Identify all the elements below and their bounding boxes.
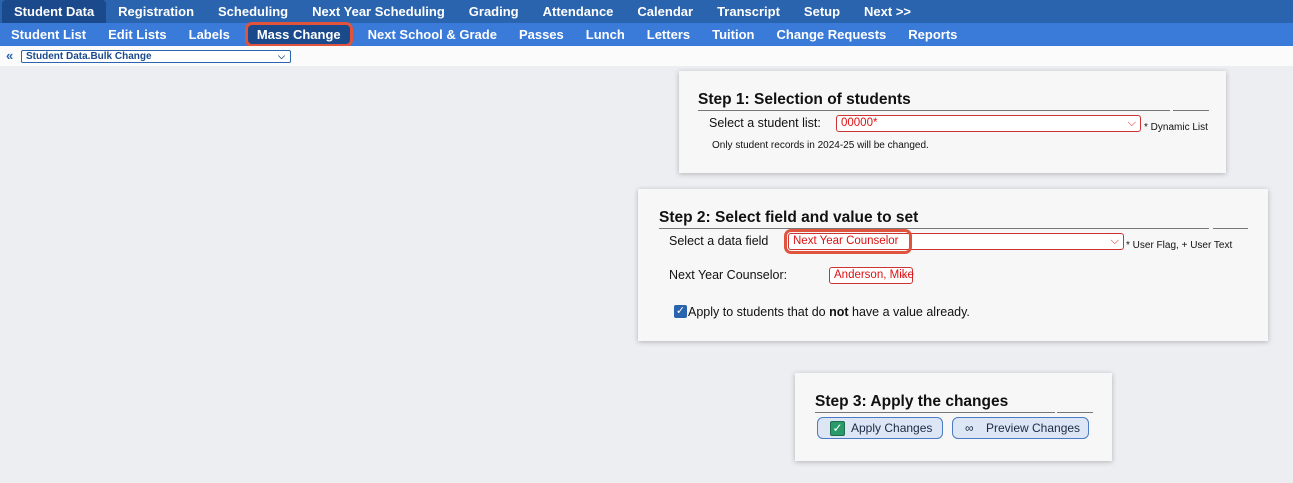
subnav-mass-change[interactable]: Mass Change — [244, 22, 353, 47]
step3-panel: Step 3: Apply the changes ✓ Apply Change… — [795, 373, 1112, 461]
apply-empty-text-1: Apply to students that do — [688, 305, 830, 319]
apply-empty-checkbox[interactable]: ✓ — [674, 305, 687, 318]
subnav-labels[interactable]: Labels — [178, 23, 241, 46]
step3-rule-short — [1057, 412, 1093, 413]
chevron-down-icon: ⌵ — [899, 269, 908, 281]
subnav-change-requests[interactable]: Change Requests — [765, 23, 897, 46]
nav-next[interactable]: Next >> — [852, 0, 923, 23]
subnav-student-list[interactable]: Student List — [0, 23, 97, 46]
step3-title: Step 3: Apply the changes — [815, 393, 1009, 410]
step1-rule — [698, 110, 1170, 111]
student-list-select[interactable]: 00000* ⌵ — [836, 115, 1141, 132]
apply-empty-text-2: have a value already. — [848, 305, 970, 319]
counselor-select[interactable]: Anderson, Mike ⌵ — [829, 267, 914, 284]
dynamic-list-note: * Dynamic List — [1144, 122, 1208, 133]
step3-rule — [815, 412, 1055, 413]
page-select-value: Student Data.Bulk Change — [26, 51, 152, 62]
subnav-lunch[interactable]: Lunch — [575, 23, 636, 46]
step2-panel: Step 2: Select field and value to set Se… — [638, 189, 1268, 341]
nav-student-data[interactable]: Student Data — [2, 0, 107, 23]
subnav-next-school-grade[interactable]: Next School & Grade — [357, 23, 508, 46]
subnav-letters[interactable]: Letters — [636, 23, 701, 46]
page-select[interactable]: Student Data.Bulk Change ⌵ — [21, 50, 291, 63]
subnav-edit-lists[interactable]: Edit Lists — [97, 23, 178, 46]
subnav-passes[interactable]: Passes — [508, 23, 575, 46]
subnav-reports[interactable]: Reports — [897, 23, 968, 46]
step1-panel: Step 1: Selection of students Select a s… — [679, 71, 1226, 173]
check-icon: ✓ — [830, 421, 845, 436]
nav-attendance[interactable]: Attendance — [531, 0, 626, 23]
step1-title: Step 1: Selection of students — [698, 91, 911, 108]
data-field-label: Select a data field — [669, 234, 769, 248]
chevron-down-icon: ⌵ — [278, 51, 285, 61]
preview-changes-button[interactable]: ∞ Preview Changes — [952, 417, 1089, 439]
year-note: Only student records in 2024-25 will be … — [712, 140, 929, 151]
sub-nav: Student List Edit Lists Labels Mass Chan… — [0, 22, 1293, 47]
apply-empty-label: Apply to students that do not have a val… — [688, 305, 970, 319]
nav-next-year-scheduling[interactable]: Next Year Scheduling — [300, 0, 457, 23]
student-list-label: Select a student list: — [709, 116, 821, 130]
data-field-highlight — [784, 229, 912, 254]
student-list-value: 00000* — [841, 117, 878, 129]
step2-rule — [659, 228, 1209, 229]
nav-transcript[interactable]: Transcript — [705, 0, 792, 23]
nav-setup[interactable]: Setup — [792, 0, 852, 23]
apply-empty-text-bold: not — [829, 305, 849, 319]
user-flag-note: * User Flag, + User Text — [1126, 240, 1233, 251]
chevron-down-icon: ⌵ — [1127, 117, 1136, 129]
nav-scheduling[interactable]: Scheduling — [206, 0, 300, 23]
step2-title: Step 2: Select field and value to set — [659, 209, 919, 226]
nav-calendar[interactable]: Calendar — [625, 0, 705, 23]
apply-changes-button[interactable]: ✓ Apply Changes — [817, 417, 943, 439]
binoculars-icon: ∞ — [965, 421, 974, 435]
chevron-down-icon: ⌵ — [1110, 235, 1119, 247]
nav-grading[interactable]: Grading — [457, 0, 531, 23]
collapse-left-icon[interactable]: « — [6, 48, 13, 63]
step1-rule-short — [1173, 110, 1209, 111]
nav-registration[interactable]: Registration — [106, 0, 206, 23]
step2-rule-short — [1213, 228, 1248, 229]
apply-changes-label: Apply Changes — [851, 421, 933, 435]
subnav-tuition[interactable]: Tuition — [701, 23, 765, 46]
top-nav: Student Data Registration Scheduling Nex… — [0, 0, 1293, 23]
breadcrumb-bar: « Student Data.Bulk Change ⌵ — [0, 46, 1293, 66]
preview-changes-label: Preview Changes — [986, 421, 1081, 435]
counselor-label: Next Year Counselor: — [669, 268, 788, 282]
